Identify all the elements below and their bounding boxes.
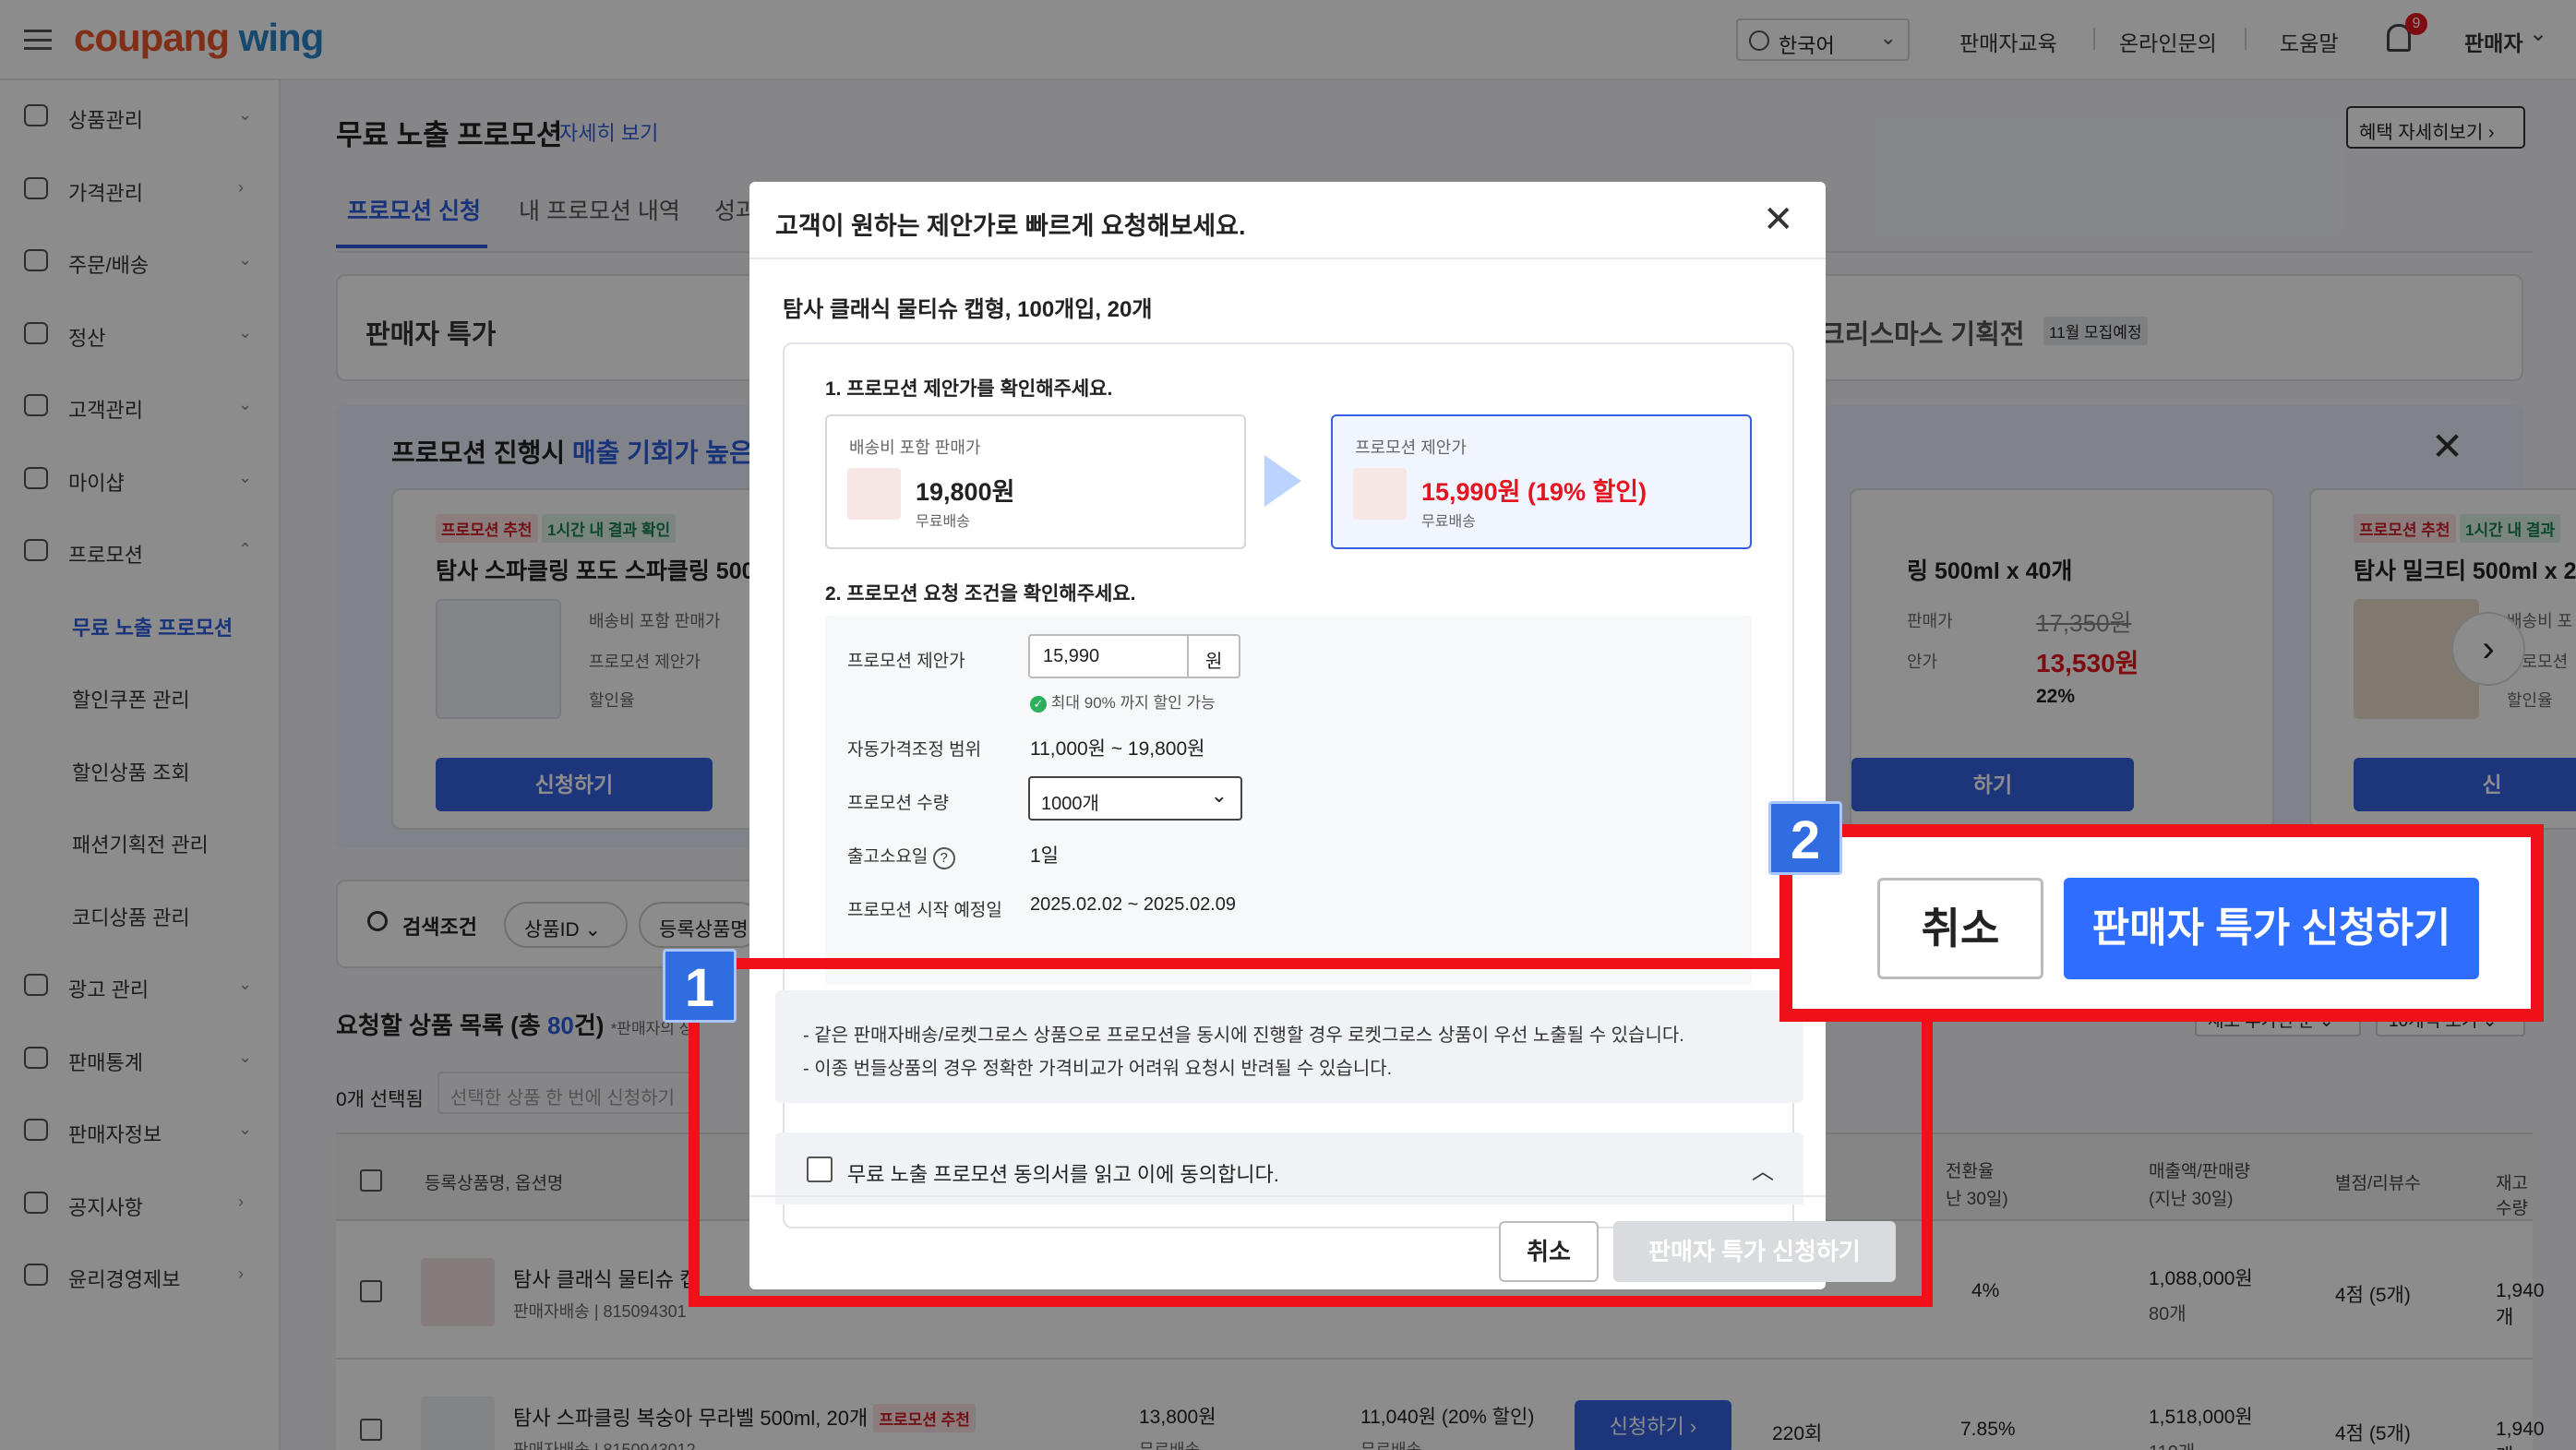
quantity-select[interactable]: 1000개 ⌄ — [1028, 776, 1242, 821]
help-icon[interactable]: ? — [932, 847, 955, 869]
chevron-down-icon: ⌄ — [1210, 784, 1228, 807]
zoom-cancel-button[interactable]: 취소 — [1877, 878, 2043, 979]
zoom-callout: 취소 판매자 특가 신청하기 — [1779, 824, 2544, 1022]
zoom-submit-button[interactable]: 판매자 특가 신청하기 — [2064, 878, 2479, 979]
divider — [749, 258, 1826, 259]
original-price-box: 배송비 포함 판매가 19,800원 무료배송 — [825, 414, 1246, 549]
modal-title: 고객이 원하는 제안가로 빠르게 요청해보세요. — [775, 212, 1246, 240]
product-name: 탐사 클래식 물티슈 캡형, 100개입, 20개 — [783, 297, 1153, 322]
arrow-right-icon — [1264, 455, 1301, 507]
promo-price-input[interactable]: 15,990 — [1028, 634, 1189, 678]
product-image — [1353, 468, 1407, 520]
conditions-panel: 프로모션 제안가 15,990 원 ✓ 최대 90% 까지 할인 가능 자동가격… — [825, 616, 1752, 985]
promo-price-box: 프로모션 제안가 15,990원 (19% 할인) 무료배송 — [1331, 414, 1752, 549]
product-image — [847, 468, 901, 520]
highlight-box-1 — [689, 958, 1933, 1307]
close-icon[interactable]: ✕ — [1763, 198, 1794, 241]
check-icon: ✓ — [1030, 696, 1047, 713]
